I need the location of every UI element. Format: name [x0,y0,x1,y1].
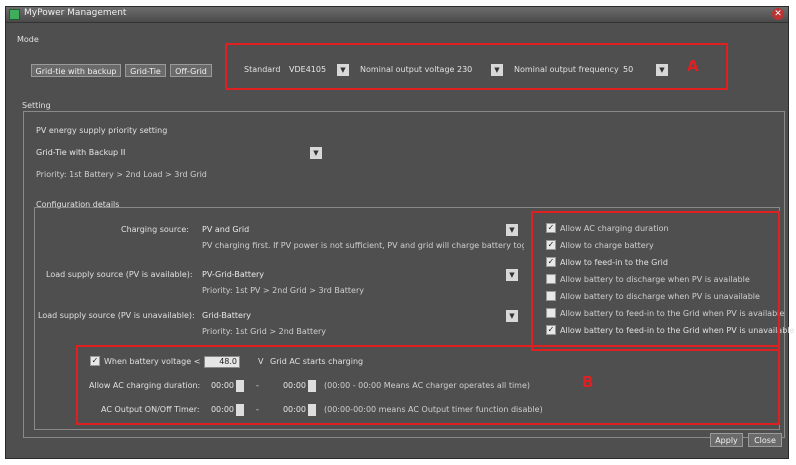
chevron-down-icon[interactable]: ▼ [310,147,322,159]
annotation-label-a: A [687,57,699,75]
ac-end-value: 00:00 [282,381,306,390]
battery-voltage-input[interactable]: 48.0 [204,356,240,368]
spinner-icon[interactable] [308,380,316,392]
pv-supply-label: PV energy supply priority setting [36,126,168,135]
out-end-time[interactable]: 00:00 [276,404,316,416]
mode-grid-tie-backup-button[interactable]: Grid-tie with backup [31,64,121,77]
ac-output-note: (00:00-00:00 means AC Output timer funct… [324,405,543,414]
priority-text: Priority: 1st Battery > 2nd Load > 3rd G… [36,170,207,179]
chevron-down-icon[interactable]: ▼ [506,310,518,322]
app-icon [9,9,20,20]
close-button[interactable]: Close [748,433,782,447]
mode-grid-tie-button[interactable]: Grid-Tie [125,64,166,77]
annotation-label-b: B [582,373,594,391]
ac-end-time[interactable]: 00:00 [276,380,316,392]
battery-tail: Grid AC starts charging [270,357,364,366]
charging-source-value: PV and Grid [202,225,250,234]
ac-start-time[interactable]: 00:00 [204,380,244,392]
charging-source-select[interactable]: PV and Grid ▼ [202,224,518,236]
spinner-icon[interactable] [236,380,244,392]
pv-supply-value: Grid-Tie with Backup II [36,148,126,157]
chevron-down-icon[interactable]: ▼ [506,269,518,281]
setting-section-label: Setting [22,101,51,110]
load-unavail-select[interactable]: Grid-Battery ▼ [202,310,518,322]
mode-section-label: Mode [17,35,39,44]
chevron-down-icon[interactable]: ▼ [506,224,518,236]
charging-source-label: Charging source: [121,225,189,234]
load-unavail-note: Priority: 1st Grid > 2nd Battery [202,327,327,336]
ac-dash: - [256,381,259,390]
load-unavail-label: Load supply source (PV is unavailable): [38,311,195,320]
apply-button[interactable]: Apply [710,433,743,447]
out-dash: - [256,405,259,414]
pv-supply-select[interactable]: Grid-Tie with Backup II ▼ [36,147,322,159]
spinner-icon[interactable] [236,404,244,416]
ac-charging-note: (00:00 - 00:00 Means AC charger operates… [324,381,531,390]
load-avail-note: Priority: 1st PV > 2nd Grid > 3rd Batter… [202,286,364,295]
load-avail-label: Load supply source (PV is available): [46,270,193,279]
ac-output-label: AC Output ON/Off Timer: [101,405,200,414]
load-unavail-value: Grid-Battery [202,311,251,320]
spinner-icon[interactable] [308,404,316,416]
charging-note: PV charging first. If PV power is not su… [202,241,524,250]
battery-voltage-checkbox[interactable]: ✓ [90,356,100,366]
mode-off-grid-button[interactable]: Off-Grid [170,64,212,77]
annotation-box-a [225,43,728,90]
load-avail-select[interactable]: PV-Grid-Battery ▼ [202,269,518,281]
power-management-window: MyPower Management ✕ Mode Grid-tie with … [5,6,794,459]
battery-unit: V [258,357,264,366]
battery-check-label: When battery voltage < [104,357,201,366]
close-icon[interactable]: ✕ [772,8,784,20]
ac-start-value: 00:00 [210,381,234,390]
out-end-value: 00:00 [282,405,306,414]
ac-charging-label: Allow AC charging duration: [89,381,201,390]
load-avail-value: PV-Grid-Battery [202,270,265,279]
title-bar: MyPower Management ✕ [6,7,788,23]
out-start-value: 00:00 [210,405,234,414]
out-start-time[interactable]: 00:00 [204,404,244,416]
annotation-box-b-right [531,211,780,351]
window-title: MyPower Management [24,8,127,18]
